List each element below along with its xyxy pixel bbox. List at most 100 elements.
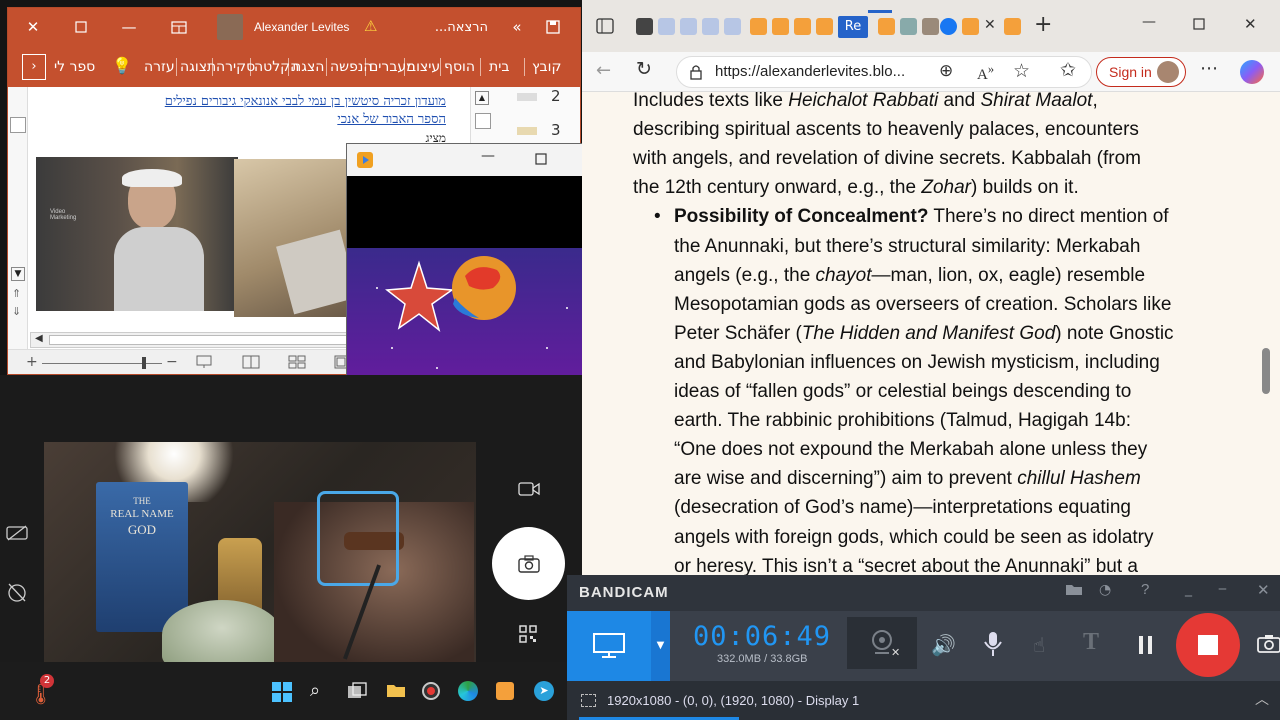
sign-in-button[interactable]: Sign in: [1096, 57, 1186, 87]
file-explorer-icon[interactable]: [386, 682, 406, 698]
chevron-right-icon[interactable]: ›: [22, 54, 46, 80]
tab-file[interactable]: קובץ: [532, 56, 561, 78]
maximize-icon[interactable]: [70, 16, 92, 38]
tab-flag-icon[interactable]: [702, 18, 719, 35]
speaker-icon[interactable]: 🔊: [931, 633, 956, 657]
telegram-icon[interactable]: ➤: [534, 681, 554, 701]
prev-slide-icon[interactable]: ⇑: [12, 287, 21, 300]
chevron-up-icon[interactable]: ︿: [1255, 689, 1269, 709]
take-photo-button[interactable]: [492, 527, 565, 600]
slide-text-line2[interactable]: הספר האבוד של אנכי: [246, 111, 446, 127]
minimize-icon[interactable]: —: [1142, 14, 1156, 30]
hdr-off-icon[interactable]: [6, 525, 28, 541]
next-slide-icon[interactable]: ⇓: [12, 305, 21, 318]
reading-view-icon[interactable]: [242, 355, 260, 369]
scrollbar-thumb[interactable]: [49, 335, 349, 345]
tab-x-icon[interactable]: [636, 18, 653, 35]
slide-select-box[interactable]: [475, 113, 491, 129]
pause-icon[interactable]: [1137, 635, 1155, 655]
timer-off-icon[interactable]: [6, 581, 28, 603]
tab-flag-icon[interactable]: [680, 18, 697, 35]
edge-icon[interactable]: [458, 681, 478, 701]
recorder-app-icon[interactable]: [422, 682, 440, 700]
back-icon[interactable]: ←: [596, 60, 611, 81]
tab-active[interactable]: Re: [838, 16, 868, 38]
screenshot-icon[interactable]: [1257, 633, 1280, 653]
start-icon[interactable]: [272, 682, 292, 702]
tab-blogger-icon[interactable]: [794, 18, 811, 35]
tab-page-icon[interactable]: [900, 18, 917, 35]
minimize-icon[interactable]: _: [1185, 581, 1192, 597]
search-icon[interactable]: ⌕: [310, 680, 320, 701]
zoom-icon[interactable]: ⊕: [939, 61, 953, 81]
tell-me-search[interactable]: ספר לי: [54, 56, 95, 78]
help-icon[interactable]: ?: [1141, 581, 1149, 598]
copilot-icon[interactable]: [1240, 60, 1264, 84]
microphone-icon[interactable]: [983, 631, 1003, 657]
blogger-icon[interactable]: [496, 682, 514, 700]
lightbulb-icon[interactable]: 💡: [112, 56, 132, 75]
tab-blogger-icon[interactable]: [750, 18, 767, 35]
address-bar[interactable]: https://alexanderlevites.blo... ⊕ A» ☆: [676, 56, 1092, 88]
camera-preview[interactable]: THE REAL NAME GOD: [44, 442, 476, 665]
tab-animations[interactable]: הנפשה: [330, 56, 373, 78]
url-text[interactable]: https://alexanderlevites.blo...: [715, 63, 905, 80]
avatar[interactable]: [217, 14, 243, 40]
maximize-icon[interactable]: [535, 153, 547, 165]
tab-blogger-icon[interactable]: [878, 18, 895, 35]
mode-dropdown-icon[interactable]: ▼: [651, 611, 670, 681]
lock-icon[interactable]: [689, 64, 703, 80]
favorites-icon[interactable]: ✩: [1060, 59, 1076, 81]
close-tab-icon[interactable]: ✕: [984, 17, 996, 33]
more-menu-icon[interactable]: ⋯: [1200, 58, 1218, 79]
tab-insert[interactable]: הוסף: [444, 56, 475, 78]
close-icon[interactable]: ✕: [22, 16, 44, 38]
tab-review[interactable]: סקירה: [216, 56, 255, 78]
checkbox[interactable]: [10, 117, 26, 133]
minimize-icon[interactable]: —: [118, 16, 140, 38]
qr-code-icon[interactable]: [519, 625, 537, 643]
slide-text-line1[interactable]: מועדון זכריה סיטשין בן עמי לבבי אנונאקי …: [86, 93, 446, 109]
zoom-out-icon[interactable]: −: [166, 354, 178, 370]
region-select-icon[interactable]: [581, 694, 596, 707]
scroll-left-icon[interactable]: ◀: [35, 333, 43, 344]
chevron-left-icon[interactable]: «: [506, 16, 528, 38]
tab-image-icon[interactable]: [922, 18, 939, 35]
tab-blogger-icon[interactable]: [772, 18, 789, 35]
tab-blogger-icon[interactable]: [962, 18, 979, 35]
embedded-photo-image[interactable]: [234, 159, 350, 317]
zoom-slider-thumb[interactable]: [142, 357, 146, 369]
slide-thumbnail-2[interactable]: [517, 93, 537, 101]
tab-blogger-icon[interactable]: [1004, 18, 1021, 35]
tab-view[interactable]: תצוגה: [180, 56, 216, 78]
tab-help[interactable]: עזרה: [144, 56, 175, 78]
minimize-tray-icon[interactable]: ‒: [1218, 581, 1227, 597]
scroll-up-icon[interactable]: ▲: [475, 91, 489, 105]
facebook-icon[interactable]: [940, 18, 957, 35]
tab-transitions[interactable]: מעברים: [369, 56, 416, 78]
tab-flag-icon[interactable]: [658, 18, 675, 35]
tab-blogger-icon[interactable]: [816, 18, 833, 35]
scroll-down-icon[interactable]: ▼: [11, 267, 25, 281]
folder-icon[interactable]: [1065, 582, 1083, 596]
tab-home[interactable]: בית: [489, 56, 509, 78]
read-aloud-icon[interactable]: A»: [977, 62, 994, 84]
maximize-icon[interactable]: [1193, 18, 1205, 30]
text-overlay-icon[interactable]: T: [1083, 629, 1099, 656]
ribbon-display-icon[interactable]: [168, 16, 190, 38]
video-mode-icon[interactable]: [518, 481, 540, 497]
webcam-overlay-button[interactable]: ✕: [847, 617, 917, 669]
tab-record[interactable]: הקלטה: [254, 56, 299, 78]
page-scrollbar-thumb[interactable]: [1262, 348, 1270, 394]
tab-flag-icon[interactable]: [724, 18, 741, 35]
slide-thumbnail-3[interactable]: [517, 127, 537, 135]
tab-actions-icon[interactable]: [596, 18, 614, 34]
favorite-star-icon[interactable]: ☆: [1013, 60, 1030, 82]
close-icon[interactable]: ✕: [1244, 15, 1257, 33]
stop-recording-button[interactable]: [1176, 613, 1240, 677]
zoom-in-icon[interactable]: +: [26, 354, 38, 370]
close-icon[interactable]: ✕: [1257, 581, 1270, 599]
new-tab-icon[interactable]: +: [1034, 12, 1052, 37]
refresh-icon[interactable]: ↻: [636, 58, 652, 80]
clock-icon[interactable]: ◔: [1099, 582, 1111, 598]
